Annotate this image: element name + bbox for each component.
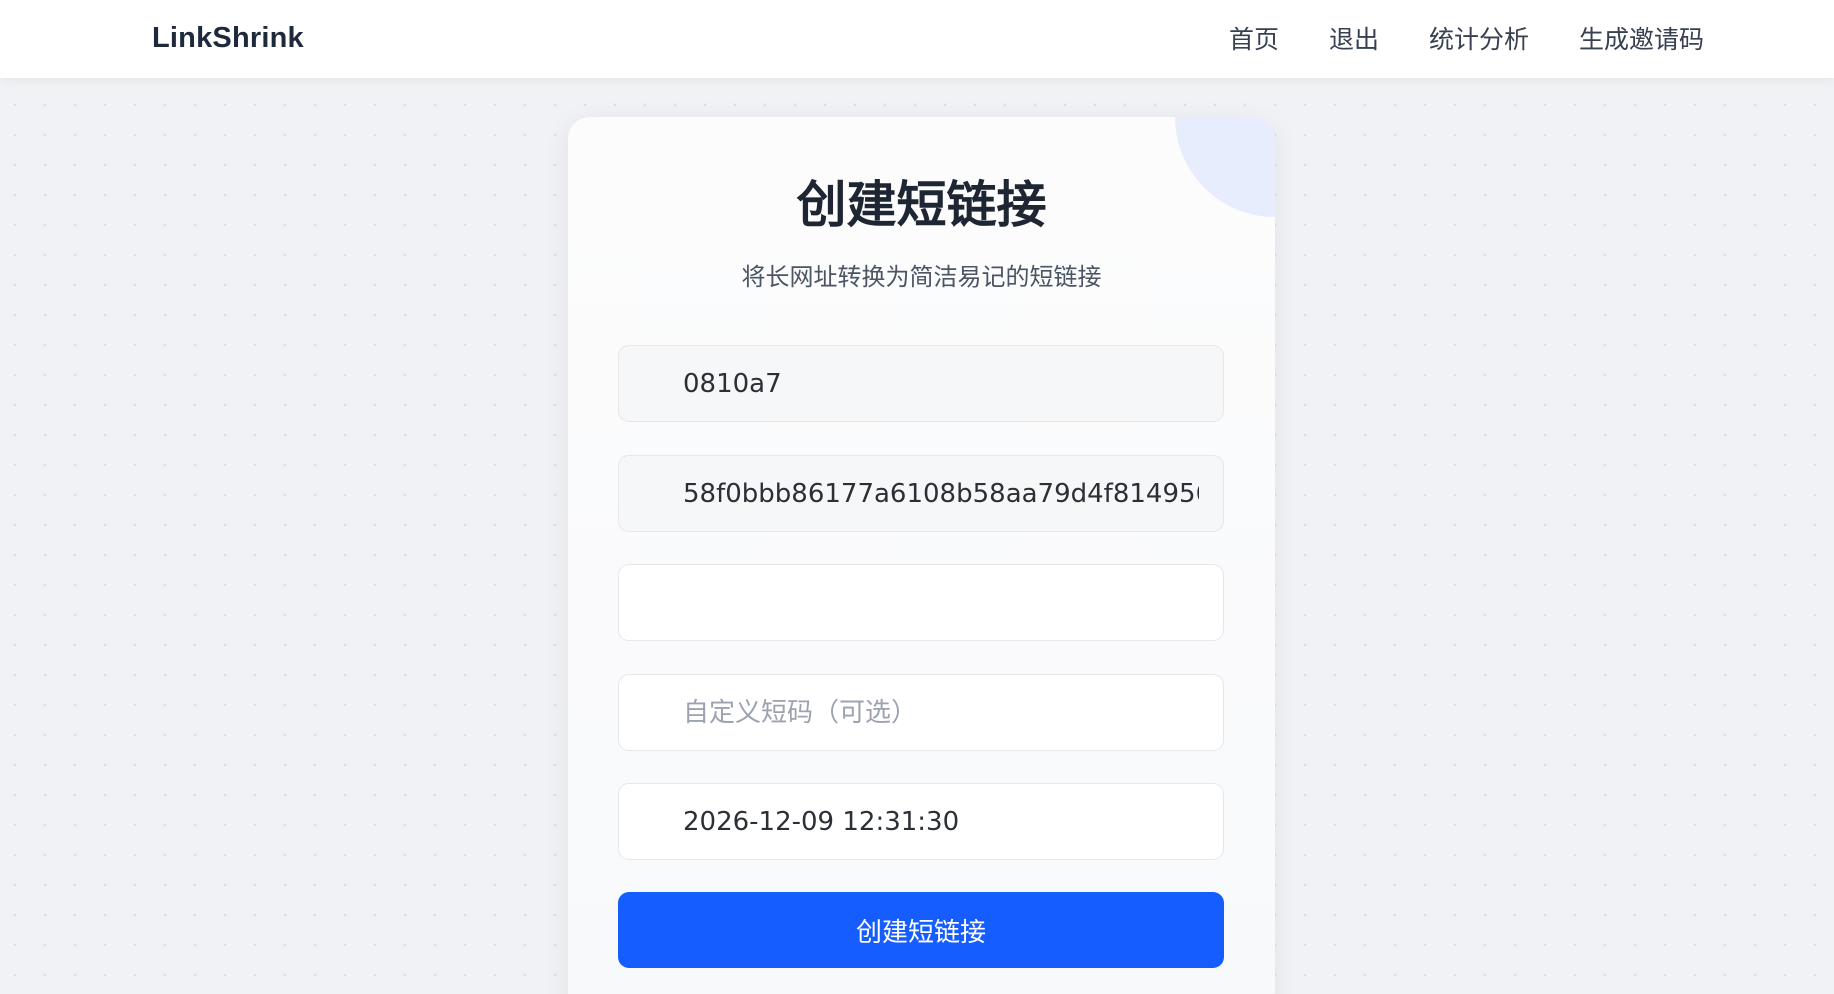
page-subtitle: 将长网址转换为简洁易记的短链接 [741,263,1102,291]
page-title: 创建短链接 [796,176,1047,234]
empty-input[interactable] [618,564,1224,641]
long-url-input[interactable] [618,455,1224,532]
create-link-card: 创建短链接 将长网址转换为简洁易记的短链接 创建短链接 [568,117,1275,994]
nav-statistics[interactable]: 统计分析 [1429,20,1529,56]
nav-home[interactable]: 首页 [1229,20,1279,56]
expire-time-input[interactable] [618,783,1224,860]
main-nav: 首页 退出 统计分析 生成邀请码 [1229,0,1704,76]
top-navbar: LinkShrink 首页 退出 统计分析 生成邀请码 [0,0,1834,78]
short-id-input[interactable] [618,345,1224,422]
nav-generate-invite-code[interactable]: 生成邀请码 [1579,20,1704,56]
custom-code-input[interactable] [618,674,1224,751]
brand-logo[interactable]: LinkShrink [152,0,304,76]
create-link-button[interactable]: 创建短链接 [618,892,1224,968]
nav-logout[interactable]: 退出 [1329,20,1379,56]
